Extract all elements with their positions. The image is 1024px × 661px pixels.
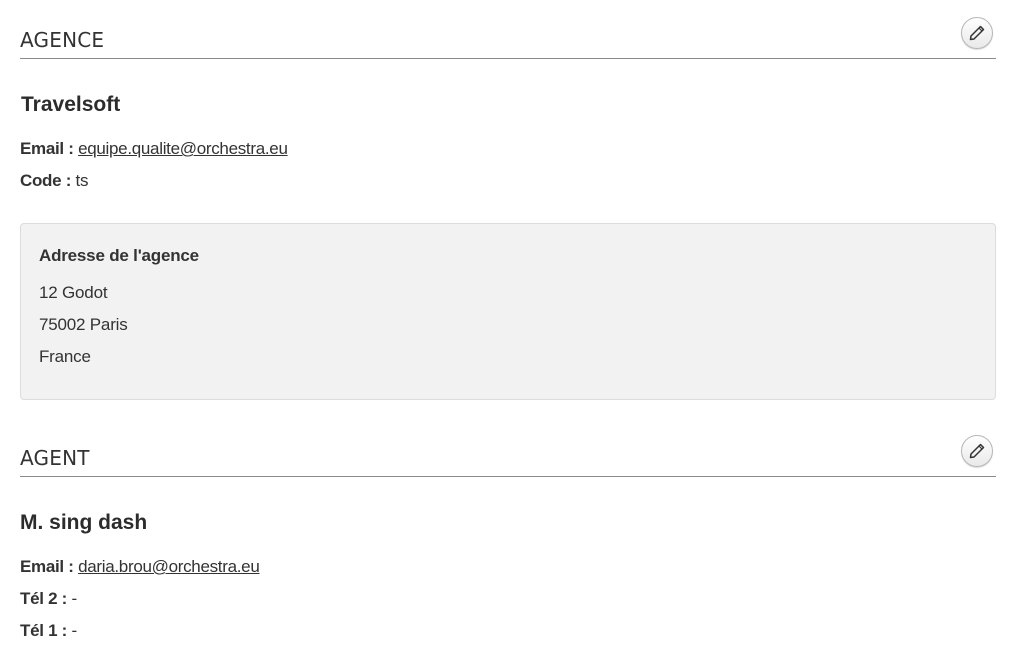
- address-line-street: 12 Godot: [39, 283, 108, 302]
- edit-agence-button[interactable]: [961, 17, 993, 49]
- agent-tel1-label: Tél 1 :: [20, 621, 68, 640]
- agent-email-link[interactable]: daria.brou@orchestra.eu: [78, 557, 260, 576]
- agence-address-box: Adresse de l'agence 12 Godot 75002 Paris…: [20, 223, 996, 400]
- agence-section: AGENCE: [20, 17, 996, 59]
- agent-tel2-label: Tél 2 :: [20, 589, 68, 608]
- agence-name: Travelsoft: [21, 93, 121, 116]
- agent-tel2-row: Tél 2 : -: [20, 587, 77, 610]
- address-line-city: 75002 Paris: [39, 315, 128, 334]
- agent-name: M. sing dash: [20, 511, 148, 534]
- agent-tel1-row: Tél 1 : -: [20, 619, 77, 642]
- agence-code-row: Code : ts: [20, 169, 88, 192]
- agence-email-link[interactable]: equipe.qualite@orchestra.eu: [78, 139, 288, 158]
- agent-section-header: AGENT: [20, 435, 996, 477]
- address-title: Adresse de l'agence: [39, 246, 199, 265]
- agence-email-label: Email :: [20, 139, 74, 158]
- address-line-country: France: [39, 347, 91, 366]
- agent-email-label: Email :: [20, 557, 74, 576]
- pencil-icon: [969, 25, 985, 41]
- agent-tel2-value: -: [71, 589, 77, 608]
- agence-email-row: Email : equipe.qualite@orchestra.eu: [20, 137, 288, 160]
- agent-tel1-value: -: [71, 621, 77, 640]
- edit-agent-button[interactable]: [961, 435, 993, 467]
- agence-code-value: ts: [75, 171, 89, 190]
- agence-section-title: AGENCE: [20, 28, 105, 52]
- agent-section: AGENT: [20, 435, 996, 477]
- agence-code-label: Code :: [20, 171, 72, 190]
- agence-section-header: AGENCE: [20, 17, 996, 59]
- pencil-icon: [969, 443, 985, 459]
- agent-email-row: Email : daria.brou@orchestra.eu: [20, 555, 260, 578]
- agent-section-title: AGENT: [20, 446, 90, 470]
